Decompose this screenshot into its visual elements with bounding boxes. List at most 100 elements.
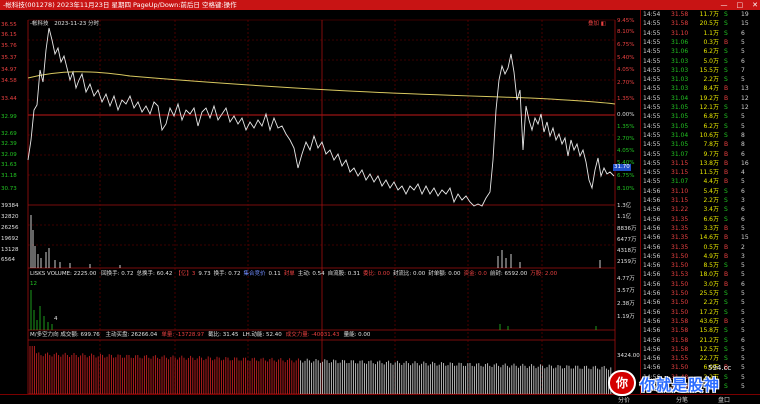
tick-price: 31.58	[671, 11, 689, 18]
tick-time: 14:55	[643, 113, 661, 121]
tick-side-flag: S	[724, 29, 728, 37]
volume-info-item: 封流比: 0.00	[392, 271, 426, 277]
tick-time: 14:55	[643, 178, 661, 186]
tick-price: 31.07	[671, 150, 689, 158]
tick-volume: 13.8万	[699, 159, 719, 167]
ind2-info-item: 成交力量: -40031.43	[285, 332, 340, 338]
tick-count: 5	[741, 113, 745, 121]
tick-row: 14:56 31.50 4.9万 B 3	[641, 253, 760, 261]
tick-volume: 6.2万	[703, 122, 719, 130]
tick-count: 15	[741, 234, 749, 242]
tick-time: 14:56	[643, 345, 661, 353]
tick-side-flag: S	[724, 48, 728, 56]
tick-volume: 17.2万	[699, 308, 719, 316]
tick-volume: 15.5万	[699, 66, 719, 74]
tick-row: 14:56 31.35 14.6万 B 15	[641, 234, 760, 242]
ind2-info-item: LH.动能: 52.40	[242, 332, 282, 338]
tick-list[interactable]: 14:54 31.58 11.7万 S 19 14:55 31.58 20.5万 S 15 14:5…	[640, 10, 760, 396]
tick-side-flag: S	[724, 336, 728, 344]
tick-row: 14:55 31.03 8.4万 B 13	[641, 85, 760, 93]
tick-row: 14:56 31.35 3.3万 B 5	[641, 225, 760, 233]
volume-info-item: 资金: 0.0	[463, 271, 487, 277]
volume-label: LISKS VOLUME: 2225.00	[30, 271, 97, 277]
tick-count: 5	[741, 317, 745, 325]
volume-tick-label-right: 8836万	[617, 226, 637, 232]
volume-info-item: 换手: 0.72	[213, 271, 241, 277]
volume-tick-label: 13128	[1, 247, 19, 253]
tick-time: 14:56	[643, 308, 661, 316]
tick-count: 5	[741, 122, 745, 130]
tick-row: 14:56 31.53 18.0万 B 5	[641, 271, 760, 279]
tick-side-flag: B	[724, 159, 729, 167]
tick-price: 31.50	[671, 252, 689, 260]
tick-row: 14:55 31.15 11.5万 B 4	[641, 169, 760, 177]
tick-count: 6	[741, 150, 745, 158]
tick-volume: 6.6万	[703, 215, 719, 223]
maximize-button[interactable]: □	[737, 0, 744, 10]
tick-count: 5	[741, 345, 745, 353]
pct-tick-label: 2.70%	[617, 136, 635, 142]
tick-count: 2	[741, 243, 745, 251]
tick-volume: 12.1万	[699, 104, 719, 111]
volume-tick-label: 26256	[1, 225, 19, 231]
tick-time: 14:56	[643, 317, 661, 325]
tick-row: 14:56 31.58 15.8万 S 5	[641, 327, 760, 335]
tick-count: 5	[741, 299, 745, 307]
close-button[interactable]: ✕	[752, 0, 758, 10]
tick-price: 31.58	[671, 317, 689, 325]
tick-row: 14:55 31.15 13.8万 B 16	[641, 160, 760, 168]
watermark-domain: 594.cc	[708, 364, 732, 372]
tick-count: 5	[741, 327, 745, 335]
intraday-chart[interactable]: -帐科技 2023-11-23 分时 叠加 ◧ 36.55 36.15 35.76 3…	[0, 10, 640, 402]
tick-side-flag: S	[724, 122, 728, 130]
volume-tick-label-right: 2159万	[617, 259, 637, 265]
tick-volume: 43.6万	[699, 317, 719, 325]
volume-info-item: 0.11	[268, 271, 281, 277]
tick-side-flag: S	[724, 206, 728, 214]
tick-price: 31.07	[671, 178, 689, 186]
tick-volume: 9.7万	[703, 150, 719, 158]
price-tick-label: 31.63	[1, 162, 17, 168]
tick-time: 14:56	[643, 280, 661, 288]
pct-tick-label: 5.40%	[617, 55, 635, 61]
volume-tick-label: 19692	[1, 236, 19, 242]
tick-volume: 0.5万	[703, 243, 719, 251]
price-tick-label: 36.15	[1, 32, 17, 38]
tick-time: 14:56	[643, 290, 661, 297]
ind1-tick-label: 3.57万	[617, 288, 635, 294]
tick-time: 14:55	[643, 29, 661, 37]
tick-volume: 18.0万	[699, 271, 719, 279]
price-tick-label: 32.99	[1, 114, 17, 120]
tick-volume: 4.4万	[703, 178, 719, 186]
tick-time: 14:56	[643, 215, 661, 223]
tick-time: 14:56	[643, 206, 661, 214]
tick-price: 31.58	[671, 327, 689, 335]
tick-side-flag: S	[724, 11, 728, 18]
tick-price: 31.06	[671, 48, 689, 56]
tick-count: 5	[741, 178, 745, 186]
tick-price: 31.10	[671, 187, 689, 195]
average-price-line	[27, 71, 616, 105]
tick-row: 14:56 31.50 3.0万 B 6	[641, 281, 760, 289]
tick-time: 14:55	[643, 122, 661, 130]
tick-count: 7	[741, 66, 745, 74]
pct-tick-label: 6.75%	[617, 173, 635, 179]
price-tick-label: 34.58	[1, 78, 17, 84]
tick-side-flag: S	[724, 20, 728, 28]
tick-side-flag: S	[724, 187, 728, 195]
tick-price: 31.05	[671, 122, 689, 130]
tick-price: 31.50	[671, 280, 689, 288]
tick-side-flag: B	[724, 150, 729, 158]
overlay-tool[interactable]: 叠加 ◧	[588, 21, 606, 28]
minimize-button[interactable]: —	[721, 0, 728, 10]
tick-time: 14:55	[643, 94, 661, 102]
tick-volume: 5.0万	[703, 57, 719, 65]
tick-volume: 19.2万	[699, 94, 719, 102]
title-bar: -帐科技(001278) 2023年11月23日 星期四 PageUp/Down…	[0, 0, 760, 10]
ind2-info-item: 截比: 31.45	[208, 332, 239, 338]
pct-tick-label: 9.45%	[617, 18, 635, 24]
volume-tick-label-right: 1.1亿	[617, 214, 632, 220]
tick-price: 31.06	[671, 38, 689, 46]
tick-count: 6	[741, 280, 745, 288]
tick-side-flag: S	[724, 355, 728, 363]
